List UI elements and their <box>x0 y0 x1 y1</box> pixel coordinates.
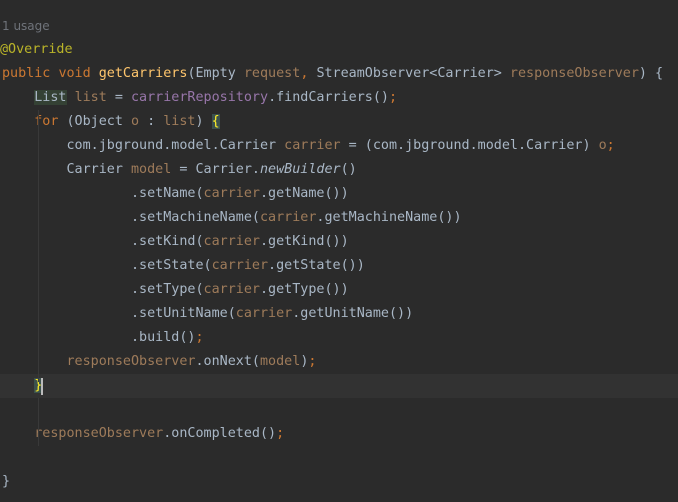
code-line[interactable]: public void getCarriers(Empty request, S… <box>0 62 678 86</box>
code-token: .setKind( <box>2 234 204 249</box>
code-token: carrier <box>203 234 260 249</box>
code-token: , <box>300 66 317 81</box>
code-token: list <box>74 90 107 105</box>
code-token: = (com.jbground.model.Carrier) <box>340 138 599 153</box>
code-token: model <box>260 354 301 369</box>
code-token: ; <box>606 138 615 153</box>
code-token: void <box>58 66 91 81</box>
code-token: model <box>131 162 172 177</box>
code-line[interactable]: .setName(carrier.getName()) <box>0 182 678 206</box>
code-line[interactable]: .setKind(carrier.getKind()) <box>0 230 678 254</box>
code-editor[interactable]: 1 usage @Override public void getCarrier… <box>0 0 678 502</box>
code-token: { <box>211 114 220 129</box>
code-line[interactable]: } <box>0 374 678 398</box>
code-token: .getName()) <box>259 186 349 201</box>
code-token: ; <box>389 90 398 105</box>
code-line[interactable]: responseObserver.onCompleted(); <box>0 422 678 446</box>
indent-guide <box>38 110 39 382</box>
code-token: carrier <box>203 186 260 201</box>
code-token: : <box>139 114 164 129</box>
code-line[interactable]: .build(); <box>0 326 678 350</box>
code-token: o <box>598 138 607 153</box>
code-token: .setName( <box>2 186 204 201</box>
code-token: request <box>243 66 301 81</box>
code-token: .findCarriers() <box>268 90 389 105</box>
code-token: .onNext( <box>195 354 261 369</box>
code-token: responseObserver <box>509 66 639 81</box>
code-token: = Carrier. <box>171 162 260 177</box>
code-token: ; <box>195 330 204 345</box>
code-token: newBuilder <box>260 162 341 177</box>
usage-hint[interactable]: 1 usage <box>0 14 678 38</box>
code-line[interactable]: } <box>0 470 678 494</box>
code-line[interactable]: for (Object o : list) { <box>0 110 678 134</box>
code-token: (Object <box>58 114 131 129</box>
code-token: responseObserver <box>34 426 164 441</box>
code-token: .build() <box>2 330 196 345</box>
code-token: carrier <box>203 282 260 297</box>
code-token: List <box>34 90 67 105</box>
code-line[interactable]: .setUnitName(carrier.getUnitName()) <box>0 302 678 326</box>
code-line[interactable]: Carrier model = Carrier.newBuilder() <box>0 158 678 182</box>
code-token: ) { <box>638 66 664 81</box>
code-line[interactable]: .setState(carrier.getState()) <box>0 254 678 278</box>
text-caret <box>41 378 43 395</box>
code-token: list <box>163 114 196 129</box>
code-token: (Empty <box>187 66 244 81</box>
code-line[interactable]: List list = carrierRepository.findCarrie… <box>0 86 678 110</box>
code-token: com.jbground.model.Carrier <box>2 138 285 153</box>
code-token: .getMachineName()) <box>316 210 462 225</box>
code-token: .getState()) <box>268 258 365 273</box>
code-token: ; <box>308 354 317 369</box>
code-token: carrier <box>284 138 341 153</box>
code-token: Carrier <box>2 162 131 177</box>
code-token: ; <box>276 426 285 441</box>
code-token: .setState( <box>2 258 212 273</box>
code-token: .getUnitName()) <box>292 306 414 321</box>
code-token: StreamObserver<Carrier> <box>316 66 510 81</box>
code-token: ) <box>195 114 212 129</box>
code-token: carrier <box>259 210 317 225</box>
code-token: carrierRepository <box>131 90 269 105</box>
code-line[interactable]: responseObserver.onNext(model); <box>0 350 678 374</box>
code-token: .setType( <box>2 282 204 297</box>
code-line[interactable]: .setMachineName(carrier.getMachineName()… <box>0 206 678 230</box>
code-token: carrier <box>235 306 293 321</box>
override-annotation: @Override <box>0 42 73 57</box>
code-line[interactable] <box>0 398 678 422</box>
code-token: public <box>2 66 51 81</box>
code-token: .getType()) <box>259 282 349 297</box>
code-token: .setMachineName( <box>2 210 260 225</box>
code-token: carrier <box>211 258 269 273</box>
code-token: () <box>340 162 357 177</box>
code-token: responseObserver <box>66 354 196 369</box>
code-token: .onCompleted() <box>163 426 277 441</box>
code-token: getCarriers <box>98 66 188 81</box>
indent-guide <box>38 398 39 446</box>
code-token: = <box>106 90 131 105</box>
code-token: } <box>2 474 11 489</box>
code-line[interactable]: .setType(carrier.getType()) <box>0 278 678 302</box>
code-line[interactable]: com.jbground.model.Carrier carrier = (co… <box>0 134 678 158</box>
code-token: o <box>131 114 140 129</box>
code-line[interactable] <box>0 446 678 470</box>
code-token: .getKind()) <box>259 234 349 249</box>
